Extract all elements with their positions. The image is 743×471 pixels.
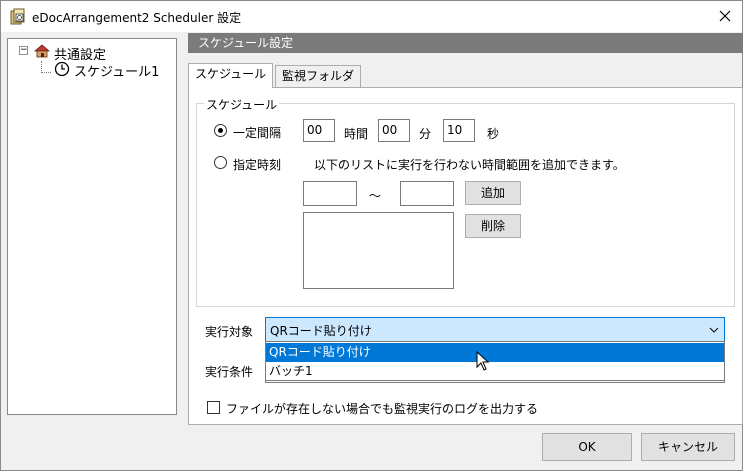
section-header: スケジュール設定 [188, 33, 743, 53]
tab-schedule[interactable]: スケジュール [188, 63, 274, 88]
hours-unit-label: 時間 [344, 127, 369, 141]
exec-condition-label: 実行条件 [205, 365, 254, 379]
exec-target-selected: QRコード貼り付け [270, 324, 372, 338]
range-tilde: ～ [369, 189, 382, 203]
mouse-pointer-icon [476, 351, 490, 371]
exec-target-dropdown[interactable]: QRコード貼り付け バッチ1 [265, 341, 725, 381]
title-bar: eDocArrangement2 Scheduler 設定 [1, 1, 742, 32]
dropdown-option[interactable]: QRコード貼り付け [266, 343, 724, 362]
interval-radio-label[interactable]: 一定間隔 [233, 124, 281, 141]
minutes-unit-label: 分 [419, 127, 432, 141]
exec-target-label: 実行対象 [205, 325, 254, 339]
window-title: eDocArrangement2 Scheduler 設定 [32, 11, 242, 25]
delete-range-button[interactable]: 削除 [465, 214, 521, 238]
specific-time-hint: 以下のリストに実行を行わない時間範囲を追加できます。 [314, 158, 625, 172]
range-start-input[interactable] [303, 181, 357, 206]
range-end-input[interactable] [400, 181, 454, 206]
add-range-button[interactable]: 追加 [465, 181, 521, 205]
seconds-unit-label: 秒 [487, 127, 500, 141]
house-icon [34, 44, 50, 58]
log-output-checkbox[interactable] [207, 401, 220, 414]
tab-watch-folder[interactable]: 監視フォルダ [275, 65, 362, 88]
interval-radio[interactable] [214, 124, 227, 137]
tree-item-schedule1[interactable]: スケジュール1 [72, 61, 162, 80]
tree-collapse-toggle[interactable]: − [19, 46, 28, 55]
schedule-group-legend: スケジュール [204, 96, 280, 113]
specific-time-radio-label[interactable]: 指定時刻 [233, 156, 281, 173]
ok-button[interactable]: OK [542, 433, 632, 461]
app-icon [10, 8, 25, 25]
log-output-checkbox-label[interactable]: ファイルが存在しない場合でも監視実行のログを出力する [226, 400, 538, 417]
excluded-ranges-list[interactable] [303, 212, 454, 289]
chevron-down-icon [709, 327, 719, 333]
specific-time-radio[interactable] [214, 156, 227, 169]
dropdown-option[interactable]: バッチ1 [266, 362, 724, 381]
cancel-button[interactable]: キャンセル [641, 433, 735, 461]
radio-selected-dot [218, 128, 223, 133]
close-icon [719, 10, 731, 22]
clock-icon [54, 61, 70, 77]
close-button[interactable] [711, 4, 739, 28]
hours-input[interactable]: 00 [303, 119, 335, 142]
exec-target-combo[interactable]: QRコード貼り付け [265, 317, 725, 343]
settings-window: eDocArrangement2 Scheduler 設定 − 共通設定 スケジ… [0, 0, 743, 471]
settings-tree[interactable]: − 共通設定 スケジュール1 [7, 38, 177, 415]
tree-connector [41, 72, 51, 73]
seconds-input[interactable]: 10 [443, 119, 475, 142]
minutes-input[interactable]: 00 [378, 119, 410, 142]
